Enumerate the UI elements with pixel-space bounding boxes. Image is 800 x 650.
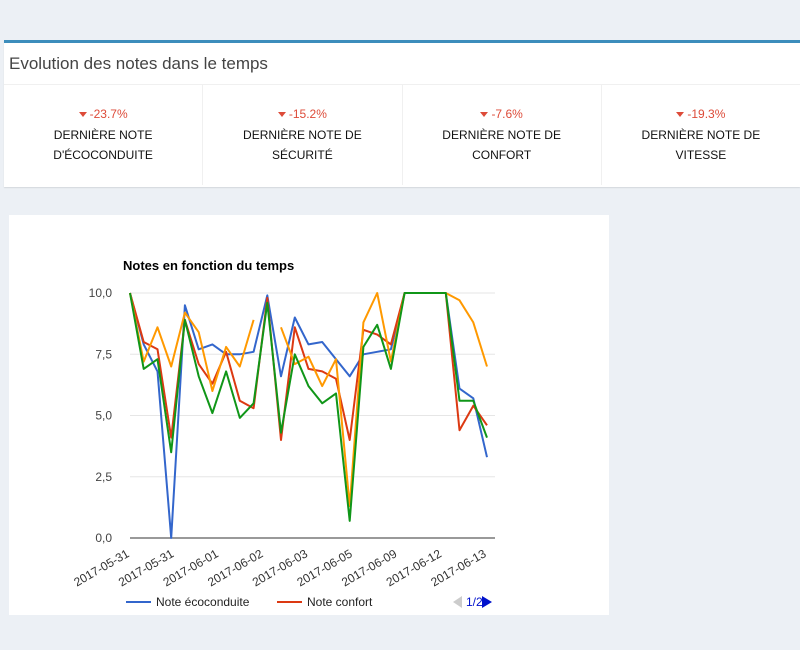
y-axis-ticks: 0,0 2,5 5,0 7,5 10,0 (89, 286, 113, 545)
chart-title: Notes en fonction du temps (123, 258, 294, 273)
kpi-percentage: -19.3% (602, 107, 800, 121)
legend-page-indicator: 1/2 (466, 595, 483, 609)
box-header: Evolution des notes dans le temps (4, 43, 800, 85)
top-bar (0, 0, 800, 40)
y-tick-label: 7,5 (95, 347, 112, 361)
y-tick-label: 10,0 (89, 286, 113, 300)
legend: Note écoconduite Note confort 1/2 (126, 595, 492, 609)
y-tick-label: 5,0 (95, 409, 112, 423)
legend-prev-arrow-icon[interactable] (453, 596, 462, 608)
kpi-vitesse: -19.3% Dernière note de vitesse (602, 85, 800, 185)
kpi-ecoconduite: -23.7% Dernière note d'écoconduite (4, 85, 204, 185)
y-tick-label: 2,5 (95, 470, 112, 484)
line-chart: Notes en fonction du temps 0,0 2,5 5,0 7,5 1… (71, 258, 495, 609)
kpi-percentage: -23.7% (4, 107, 202, 121)
legend-label-ecoconduite[interactable]: Note écoconduite (156, 595, 250, 609)
kpi-percentage-value: -23.7% (89, 107, 128, 121)
kpi-confort: -7.6% Dernière note de confort (403, 85, 602, 185)
kpi-label: Dernière note de vitesse (641, 128, 761, 162)
caret-down-icon (78, 112, 87, 118)
caret-down-icon (277, 112, 286, 118)
kpi-label: Dernière note d'écoconduite (53, 128, 153, 162)
kpi-row: -23.7% Dernière note d'écoconduite -15.2… (4, 85, 800, 185)
kpi-percentage-value: -15.2% (288, 107, 327, 121)
kpi-label: Dernière note de sécurité (243, 128, 362, 162)
kpi-securite: -15.2% Dernière note de sécurité (203, 85, 403, 185)
kpi-percentage-value: -19.3% (687, 107, 726, 121)
legend-next-arrow-icon[interactable] (482, 596, 492, 608)
x-axis-ticks: 2017-05-312017-05-312017-06-012017-06-02… (71, 546, 488, 589)
caret-down-icon (480, 112, 489, 118)
kpi-percentage: -7.6% (403, 107, 601, 121)
y-tick-label: 0,0 (95, 531, 112, 545)
chart-panel: Notes en fonction du temps 0,0 2,5 5,0 7,5 1… (9, 215, 609, 615)
series-line-4 (129, 292, 488, 522)
kpi-label: Dernière note de confort (442, 128, 561, 162)
caret-down-icon (676, 112, 685, 118)
kpi-percentage-value: -7.6% (491, 107, 523, 121)
scores-box: Evolution des notes dans le temps -23.7%… (4, 40, 800, 187)
page-title: Evolution des notes dans le temps (9, 53, 268, 73)
legend-label-confort[interactable]: Note confort (307, 595, 373, 609)
kpi-percentage: -15.2% (203, 107, 401, 121)
